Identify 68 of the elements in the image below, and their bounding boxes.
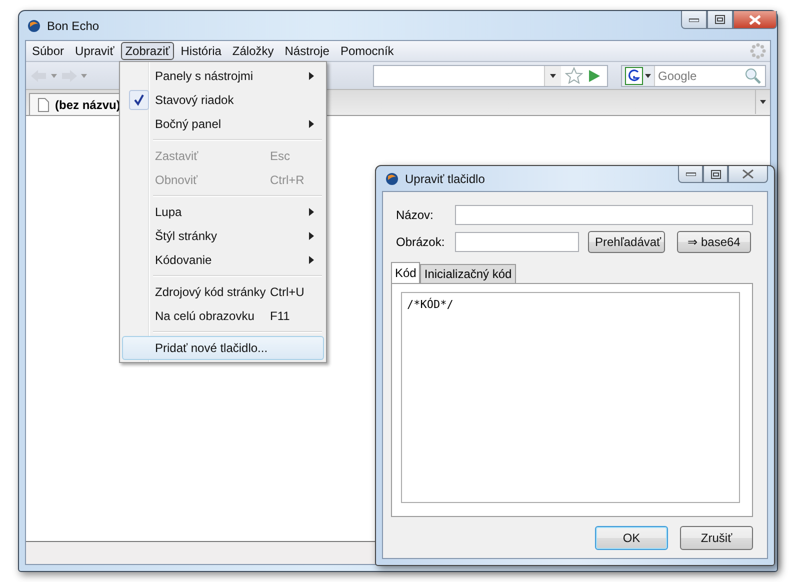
globe-icon [385, 172, 399, 186]
maximize-icon [715, 15, 725, 24]
menu-item-label: Obnoviť [154, 173, 199, 187]
convert-button[interactable]: ⇒ base64 [677, 231, 751, 253]
address-field[interactable] [373, 64, 608, 86]
menu-item-label: Zdrojový kód stránky [154, 285, 267, 299]
browse-button[interactable]: Prehľadávať [588, 231, 665, 253]
menu-bar-item[interactable]: Upraviť [71, 42, 118, 60]
menu-item[interactable]: Kódovanie [122, 248, 324, 272]
history-dropdown-button[interactable] [544, 66, 561, 86]
menu-item[interactable]: Bočný panel [122, 112, 324, 136]
menu-item[interactable]: Na celú obrazovku F11 [122, 304, 324, 328]
menu-item-label: Na celú obrazovku [154, 309, 256, 323]
maximize-icon [710, 170, 720, 178]
menu-item[interactable]: Štýl stránky [122, 224, 324, 248]
close-button[interactable] [733, 11, 777, 29]
page-icon [38, 98, 49, 112]
shortcut-text: F11 [270, 309, 291, 323]
close-icon [749, 14, 761, 24]
search-icon[interactable] [744, 66, 762, 84]
dialog-button[interactable]: OK [595, 526, 668, 550]
globe-icon [27, 18, 41, 32]
maximize-button[interactable] [703, 166, 728, 183]
menu-item[interactable]: Lupa [122, 200, 324, 224]
menu-item[interactable]: Panely s nástrojmi [122, 64, 324, 88]
menu-item[interactable]: Zdrojový kód stránky Ctrl+U [122, 280, 324, 304]
menu-item-label: Lupa [154, 205, 183, 219]
minimize-icon [686, 172, 696, 176]
tab[interactable]: Inicializačný kód [420, 264, 516, 283]
menu-bar-item[interactable]: História [176, 42, 226, 60]
code-editor[interactable]: /*KÓD*/ [401, 292, 740, 503]
code-text: /*KÓD*/ [407, 298, 454, 311]
dialog-button[interactable]: Zrušiť [680, 526, 753, 550]
menu-item-label: Zastaviť [154, 149, 200, 163]
menu-item-label: Pridať nové tlačidlo... [154, 341, 269, 355]
menu-item-label: Kódovanie [154, 253, 213, 267]
minimize-button[interactable] [678, 166, 703, 183]
minimize-icon [689, 18, 699, 22]
minimize-button[interactable] [681, 11, 707, 29]
tab[interactable]: Kód [391, 262, 420, 283]
close-icon [742, 169, 754, 179]
search-engine-button[interactable] [622, 66, 655, 86]
menu-bar-item[interactable]: Zobraziť [121, 42, 174, 60]
go-arrow-icon[interactable] [587, 68, 601, 82]
window-title: Bon Echo [47, 18, 100, 32]
input-field[interactable] [455, 232, 579, 252]
field-label: Názov: [395, 208, 434, 222]
shortcut-text: Ctrl+R [270, 173, 306, 187]
menu-item[interactable]: Pridať nové tlačidlo... [122, 336, 324, 360]
search-bar[interactable]: Google [621, 64, 766, 86]
menu-bar-item[interactable]: Nástroje [280, 42, 334, 60]
menu-bar-item[interactable]: Súbor [28, 42, 68, 60]
menu-item-label: Stavový riadok [154, 93, 235, 107]
input-field[interactable] [454, 205, 753, 225]
menu-item-label: Bočný panel [154, 117, 222, 131]
menu-item-label: Štýl stránky [154, 229, 218, 243]
search-engine-icon [625, 66, 643, 84]
throbber-icon [750, 43, 766, 59]
shortcut-text: Ctrl+U [270, 285, 306, 299]
menu-item-label: Panely s nástrojmi [154, 69, 254, 83]
menu-bar-item[interactable]: Záložky [228, 42, 278, 60]
menu-bar-item[interactable]: Pomocník [336, 42, 398, 60]
star-icon[interactable] [565, 67, 583, 84]
close-button[interactable] [728, 166, 768, 183]
shortcut-text: Esc [270, 149, 292, 163]
maximize-button[interactable] [707, 11, 733, 29]
field-label: Obrázok: [395, 235, 446, 249]
dialog-title: Upraviť tlačidlo [405, 172, 485, 186]
